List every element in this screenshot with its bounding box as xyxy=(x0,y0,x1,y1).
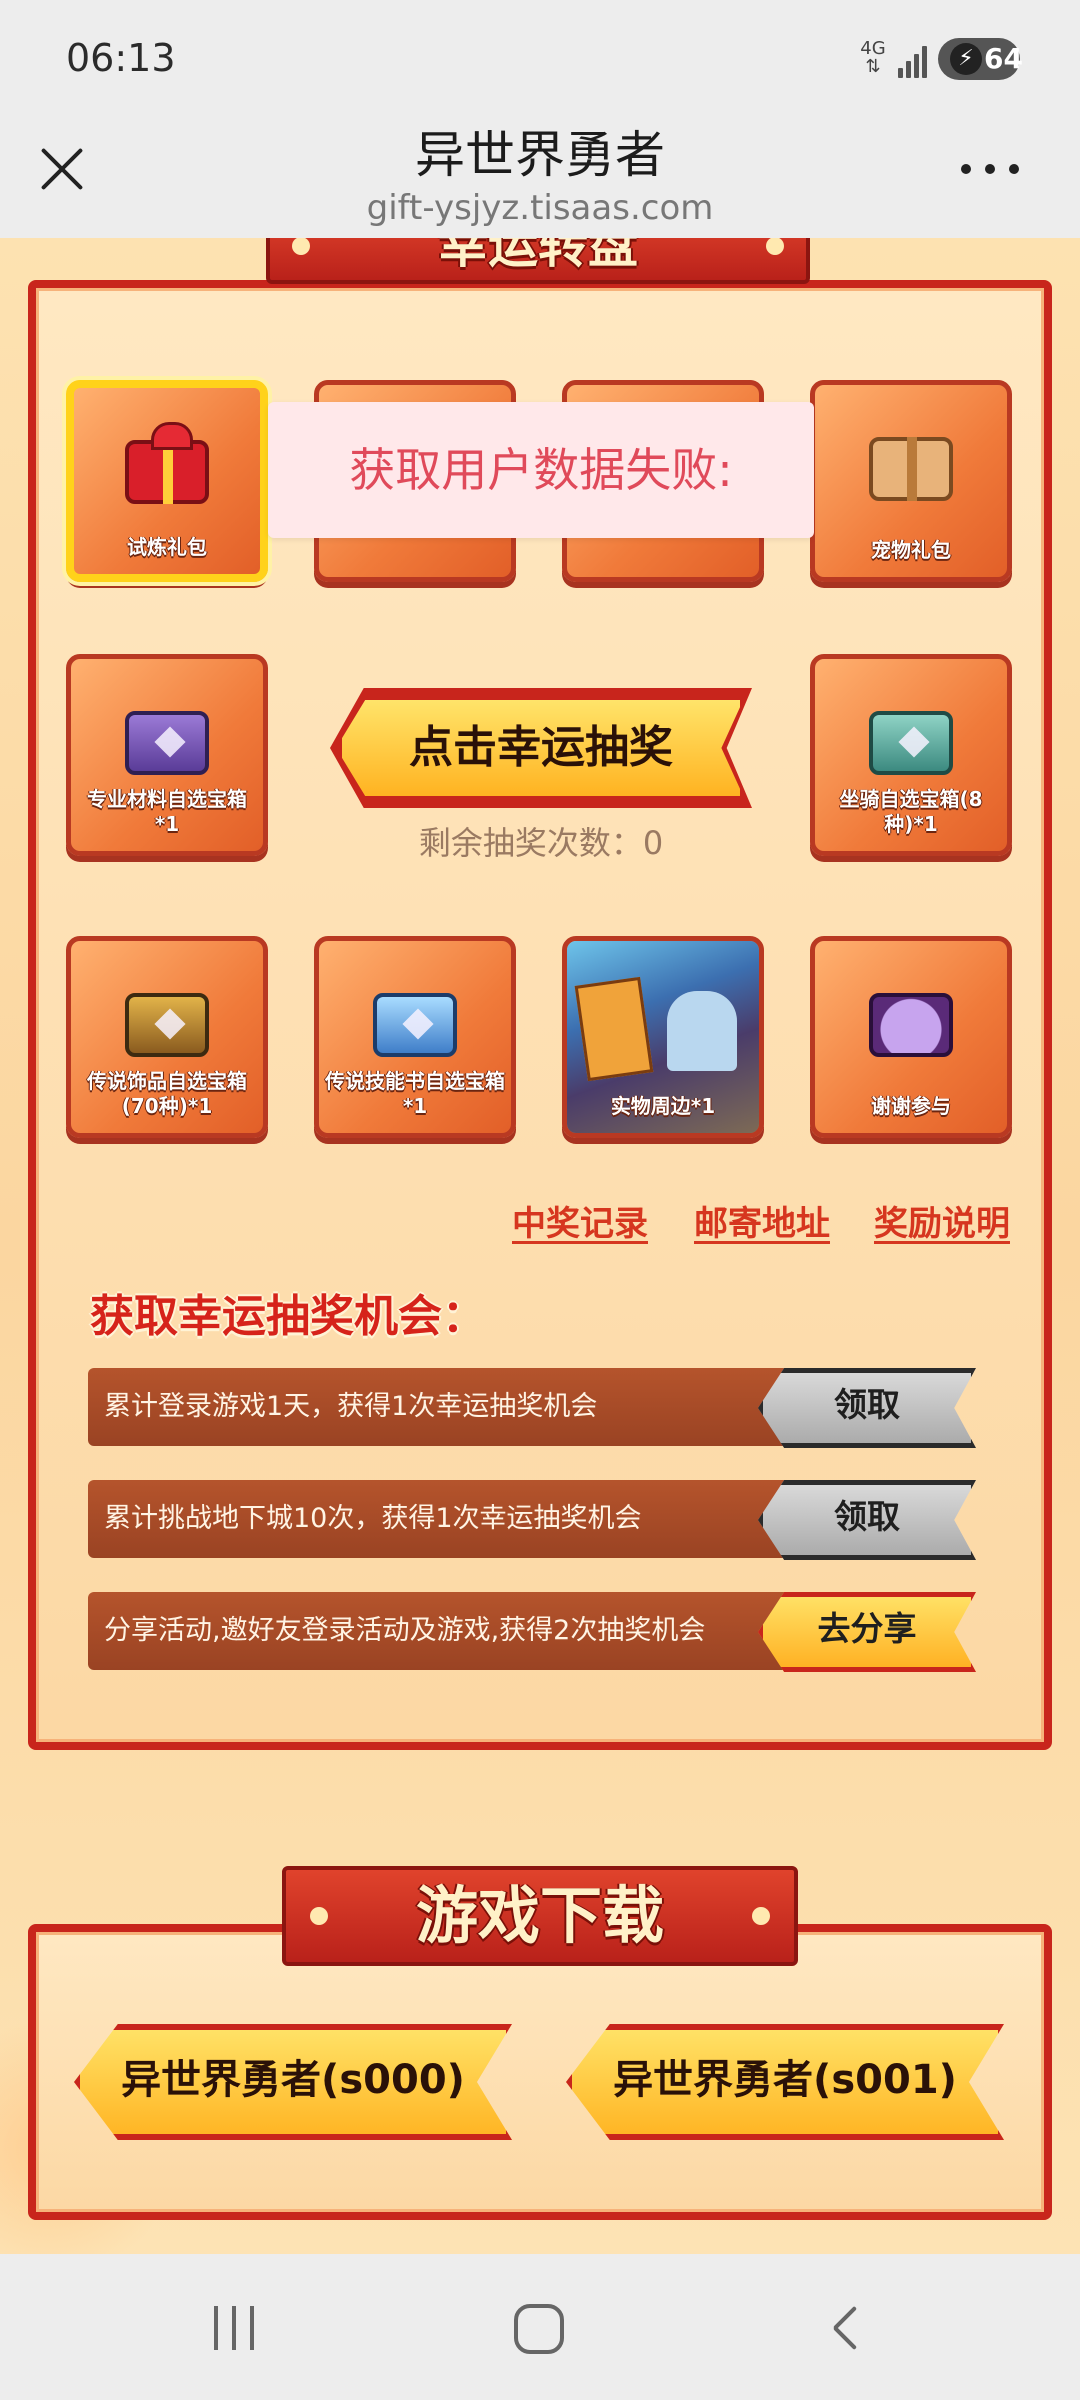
chances-title: 获取幸运抽奖机会： xyxy=(90,1291,486,1342)
prize-label: 谢谢参与 xyxy=(871,1094,951,1118)
claim-label: 领取 xyxy=(834,1497,900,1536)
system-nav-bar xyxy=(0,2254,1080,2400)
gold-chest-icon xyxy=(125,993,209,1057)
prize-label: 坐骑自选宝箱(8种)*1 xyxy=(839,787,983,836)
remaining-draws-count: 0 xyxy=(642,824,664,862)
claim-button-login[interactable]: 领取 xyxy=(758,1368,976,1448)
prize-tile-skillbook-chest[interactable]: 传说技能书自选宝箱*1 xyxy=(314,936,516,1138)
network-type: 4G ⇅ xyxy=(860,38,886,77)
remaining-draws: 剩余抽奖次数：0 xyxy=(336,818,746,864)
recent-apps-icon[interactable] xyxy=(210,2306,260,2350)
error-toast: 获取用户数据失败: xyxy=(268,402,814,538)
more-icon[interactable] xyxy=(955,154,1025,184)
prize-label: 专业材料自选宝箱*1 xyxy=(87,787,247,836)
share-button[interactable]: 去分享 xyxy=(758,1592,976,1672)
prize-tile-pet-gift[interactable]: 宠物礼包 xyxy=(810,380,1012,582)
battery-level: 64 xyxy=(984,42,1023,75)
status-bar: 06:13 4G ⇅ ⚡ 64 xyxy=(0,0,1080,120)
home-icon[interactable] xyxy=(514,2304,564,2354)
prize-label: 传说技能书自选宝箱*1 xyxy=(325,1069,505,1118)
clock: 06:13 xyxy=(66,36,176,80)
teal-chest-icon xyxy=(869,711,953,775)
signal-icon xyxy=(898,44,932,78)
charging-icon: ⚡ xyxy=(950,43,982,75)
prize-tile-merchandise[interactable]: 实物周边*1 xyxy=(562,936,764,1138)
back-icon[interactable] xyxy=(826,2306,856,2350)
download-button-s000[interactable]: 异世界勇者(s000) xyxy=(74,2024,512,2140)
claim-label: 领取 xyxy=(834,1385,900,1424)
blue-chest-icon xyxy=(373,993,457,1057)
reward-rules-link[interactable]: 奖励说明 xyxy=(874,1196,1010,1245)
mailing-address-link[interactable]: 邮寄地址 xyxy=(694,1196,830,1245)
prize-label: 宠物礼包 xyxy=(871,538,951,562)
prize-label: 试炼礼包 xyxy=(127,535,207,559)
claim-button-dungeon[interactable]: 领取 xyxy=(758,1480,976,1560)
remaining-draws-label: 剩余抽奖次数： xyxy=(418,824,643,862)
prize-label: 实物周边*1 xyxy=(610,1094,716,1118)
web-content: 幸运转盘 试炼礼包 宠物礼包 获取用户数据失败: 专业材料自选宝箱*1 点击幸运… xyxy=(0,238,1080,2254)
task-description: 累计登录游戏1天，获得1次幸运抽奖机会 xyxy=(104,1391,598,1422)
prize-tile-mount-chest[interactable]: 坐骑自选宝箱(8种)*1 xyxy=(810,654,1012,856)
prize-tile-trial-gift[interactable]: 试炼礼包 xyxy=(66,380,268,582)
lottery-title: 幸运转盘 xyxy=(438,238,638,274)
prize-label: 传说饰品自选宝箱(70种)*1 xyxy=(87,1069,247,1118)
prize-tile-material-chest[interactable]: 专业材料自选宝箱*1 xyxy=(66,654,268,856)
network-label: 4G xyxy=(860,38,886,59)
battery-indicator: ⚡ 64 xyxy=(938,38,1023,80)
pet-gift-icon xyxy=(869,437,953,501)
page-title: 异世界勇者 xyxy=(415,126,665,184)
prize-tile-thanks[interactable]: 谢谢参与 xyxy=(810,936,1012,1138)
webview-header: 异世界勇者 gift-ysjyz.tisaas.com xyxy=(0,120,1080,238)
lucky-draw-button[interactable]: 点击幸运抽奖 xyxy=(336,694,746,802)
task-description: 累计挑战地下城10次，获得1次幸运抽奖机会 xyxy=(104,1503,642,1534)
download-button-s001[interactable]: 异世界勇者(s001) xyxy=(566,2024,1004,2140)
download-label: 异世界勇者(s000) xyxy=(121,2057,465,2103)
share-label: 去分享 xyxy=(817,1609,917,1648)
download-label: 异世界勇者(s001) xyxy=(613,2057,957,2103)
winning-records-link[interactable]: 中奖记录 xyxy=(512,1196,648,1245)
lucky-draw-label: 点击幸运抽奖 xyxy=(409,722,673,773)
page-url: gift-ysjyz.tisaas.com xyxy=(366,188,714,228)
close-icon[interactable] xyxy=(30,134,100,204)
task-description: 分享活动,邀好友登录活动及游戏,获得2次抽奖机会 xyxy=(104,1615,706,1646)
download-banner: 游戏下载 xyxy=(282,1866,798,1966)
download-title: 游戏下载 xyxy=(415,1879,664,1952)
prize-tile-accessory-chest[interactable]: 传说饰品自选宝箱(70种)*1 xyxy=(66,936,268,1138)
purple-chest-icon xyxy=(125,711,209,775)
thanks-character-icon xyxy=(869,993,953,1057)
red-gift-icon xyxy=(125,422,209,504)
lottery-banner: 幸运转盘 xyxy=(266,238,810,284)
